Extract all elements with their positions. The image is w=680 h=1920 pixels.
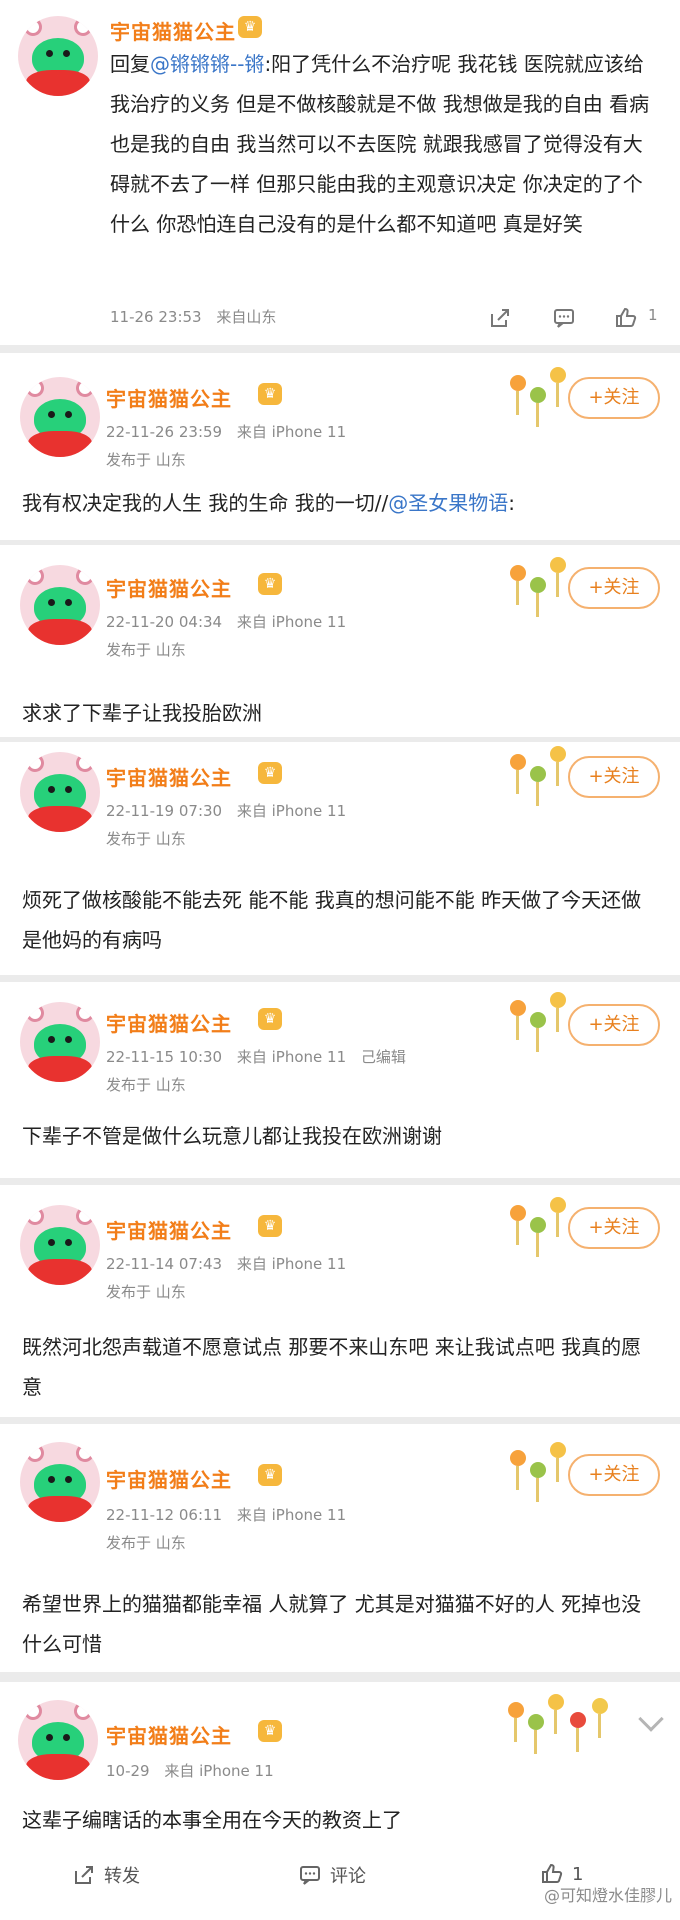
post-date: 10-29 (106, 1762, 150, 1780)
like-count: 1 (648, 306, 658, 324)
follow-button[interactable]: +关注 (568, 756, 660, 798)
last-post-card: 宇宙猫猫公主 ♛ 10-29 来自 iPhone 11 这辈子编瞎话的本事全用在… (0, 1682, 680, 1920)
post-card: 宇宙猫猫公主 ♛ 22-11-20 04:34 来自 iPhone 11 发布于… (0, 545, 680, 737)
avatar[interactable] (20, 1442, 100, 1522)
reply-mention[interactable]: @锵锵锵--锵 (150, 52, 264, 76)
post-location: 发布于 山东 (106, 451, 186, 469)
like-icon[interactable] (614, 306, 638, 330)
post-card: 宇宙猫猫公主 ♛ 22-11-19 07:30 来自 iPhone 11 发布于… (0, 742, 680, 975)
comment-icon[interactable] (552, 306, 576, 330)
post-meta: 22-11-19 07:30 来自 iPhone 11 (106, 800, 356, 821)
post-meta: 22-11-15 10:30 来自 iPhone 11 己编辑 (106, 1046, 416, 1067)
crown-icon: ♛ (258, 1720, 282, 1742)
post-location: 发布于 山东 (106, 830, 186, 848)
post-text: 我有权决定我的人生 我的生命 我的一切//@圣女果物语: (22, 483, 658, 523)
reply-time: 11-26 23:53 (110, 308, 202, 326)
post-mention[interactable]: @圣女果物语 (388, 491, 508, 515)
post-meta: 22-11-26 23:59 来自 iPhone 11 (106, 421, 356, 442)
crown-icon: ♛ (258, 573, 282, 595)
crown-icon: ♛ (258, 762, 282, 784)
username[interactable]: 宇宙猫猫公主 (106, 1215, 232, 1244)
post-text: 下辈子不管是做什么玩意儿都让我投在欧洲谢谢 (22, 1124, 442, 1148)
follow-button[interactable]: +关注 (568, 377, 660, 419)
username[interactable]: 宇宙猫猫公主 (110, 16, 236, 45)
chevron-down-icon[interactable] (638, 1706, 664, 1732)
post-text: 既然河北怨声载道不愿意试点 那要不来山东吧 来让我试点吧 我真的愿意 (22, 1335, 642, 1399)
post-meta: 22-11-12 06:11 来自 iPhone 11 (106, 1504, 356, 1525)
follow-button[interactable]: +关注 (568, 567, 660, 609)
avatar[interactable] (18, 1700, 98, 1780)
repost-button[interactable]: 转发 (72, 1862, 140, 1888)
post-device: 来自 iPhone 11 (236, 802, 347, 820)
reply-meta: 11-26 23:53 来自山东 (110, 306, 286, 327)
username[interactable]: 宇宙猫猫公主 (106, 1008, 232, 1037)
post-device: 来自 iPhone 11 (164, 1762, 274, 1780)
avatar[interactable] (20, 752, 100, 832)
avatar[interactable] (20, 1205, 100, 1285)
username[interactable]: 宇宙猫猫公主 (106, 573, 232, 602)
post-date: 22-11-15 10:30 (106, 1048, 223, 1066)
comment-button[interactable]: 评论 (298, 1862, 366, 1888)
post-date: 22-11-12 06:11 (106, 1506, 223, 1524)
username[interactable]: 宇宙猫猫公主 (106, 762, 232, 791)
post-text: 烦死了做核酸能不能去死 能不能 我真的想问能不能 昨天做了今天还做 是他妈的有病… (22, 888, 642, 952)
reply-prefix: 回复 (110, 52, 150, 76)
reply-text: 回复@锵锵锵--锵:阳了凭什么不治疗呢 我花钱 医院就应该给我治疗的义务 但是不… (110, 44, 658, 244)
reply-source: 来自山东 (216, 308, 277, 326)
post-meta: 22-11-14 07:43 来自 iPhone 11 (106, 1253, 356, 1274)
post-date: 22-11-19 07:30 (106, 802, 223, 820)
post-device: 来自 iPhone 11 (236, 1255, 347, 1273)
avatar[interactable] (20, 1002, 100, 1082)
post-meta: 10-29 来自 iPhone 11 (106, 1760, 284, 1781)
post-location: 发布于 山东 (106, 641, 186, 659)
post-text: 求求了下辈子让我投胎欧洲 (22, 701, 262, 725)
post-date: 22-11-26 23:59 (106, 423, 223, 441)
username[interactable]: 宇宙猫猫公主 (106, 1464, 232, 1493)
post-body: 我有权决定我的人生 我的生命 我的一切// (22, 491, 389, 515)
post-device: 来自 iPhone 11 (236, 1048, 347, 1066)
post-location: 发布于 山东 (106, 1534, 186, 1552)
follow-button[interactable]: +关注 (568, 1207, 660, 1249)
share-icon[interactable] (488, 306, 512, 330)
reply-body: :阳了凭什么不治疗呢 我花钱 医院就应该给我治疗的义务 但是不做核酸就是不做 我… (110, 52, 650, 236)
username[interactable]: 宇宙猫猫公主 (106, 1720, 232, 1749)
username[interactable]: 宇宙猫猫公主 (106, 383, 232, 412)
post-mention-suffix: : (508, 491, 515, 515)
post-card: 宇宙猫猫公主 ♛ 22-11-26 23:59 来自 iPhone 11 发布于… (0, 353, 680, 540)
avatar[interactable] (20, 377, 100, 457)
comment-icon (300, 1866, 320, 1885)
post-meta: 22-11-20 04:34 来自 iPhone 11 (106, 611, 356, 632)
post-card: 宇宙猫猫公主 ♛ 22-11-14 07:43 来自 iPhone 11 发布于… (0, 1185, 680, 1417)
crown-icon: ♛ (238, 16, 262, 38)
post-location: 发布于 山东 (106, 1283, 186, 1301)
crown-icon: ♛ (258, 1008, 282, 1030)
follow-button[interactable]: +关注 (568, 1004, 660, 1046)
edited-label: 己编辑 (360, 1048, 406, 1066)
follow-button[interactable]: +关注 (568, 1454, 660, 1496)
watermark: @可知燈水佳膠儿 (543, 1886, 672, 1905)
post-text: 这辈子编瞎话的本事全用在今天的教资上了 (22, 1808, 402, 1832)
post-date: 22-11-20 04:34 (106, 613, 223, 631)
reply-card: 宇宙猫猫公主 ♛ 回复@锵锵锵--锵:阳了凭什么不治疗呢 我花钱 医院就应该给我… (0, 0, 680, 345)
medal-icons (508, 1694, 618, 1754)
avatar[interactable] (20, 565, 100, 645)
avatar[interactable] (18, 16, 98, 96)
post-device: 来自 iPhone 11 (236, 613, 347, 631)
share-icon (75, 1866, 93, 1884)
post-card: 宇宙猫猫公主 ♛ 22-11-15 10:30 来自 iPhone 11 己编辑… (0, 982, 680, 1178)
post-card: 宇宙猫猫公主 ♛ 22-11-12 06:11 来自 iPhone 11 发布于… (0, 1424, 680, 1672)
crown-icon: ♛ (258, 1215, 282, 1237)
post-text: 希望世界上的猫猫都能幸福 人就算了 尤其是对猫猫不好的人 死掉也没什么可惜 (22, 1592, 642, 1656)
post-location: 发布于 山东 (106, 1076, 186, 1094)
post-device: 来自 iPhone 11 (236, 1506, 347, 1524)
repost-label: 转发 (104, 1866, 140, 1887)
post-device: 来自 iPhone 11 (236, 423, 347, 441)
comment-label: 评论 (330, 1866, 366, 1887)
crown-icon: ♛ (258, 383, 282, 405)
post-date: 22-11-14 07:43 (106, 1255, 223, 1273)
crown-icon: ♛ (258, 1464, 282, 1486)
